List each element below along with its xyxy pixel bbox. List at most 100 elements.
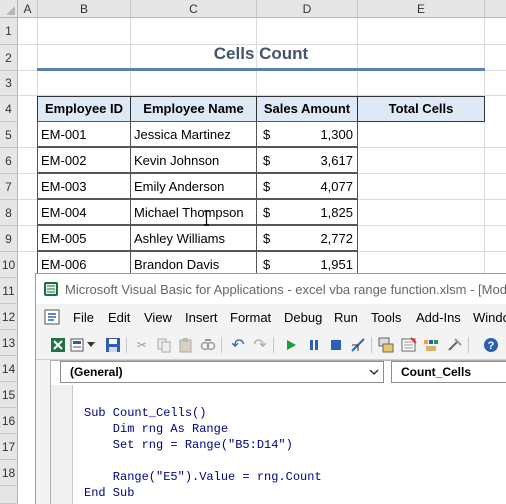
column-header-a[interactable]: A bbox=[18, 0, 38, 18]
menu-view[interactable]: View bbox=[144, 310, 172, 325]
excel-icon[interactable] bbox=[49, 336, 67, 354]
design-mode-icon[interactable] bbox=[349, 336, 367, 354]
header-sales-amount[interactable]: Sales Amount bbox=[256, 96, 358, 122]
cell-employee-id[interactable]: EM-003 bbox=[37, 173, 131, 199]
code-line: Range("E5").Value = rng.Count bbox=[84, 470, 322, 484]
redo-icon[interactable]: ↷ bbox=[251, 336, 269, 354]
menu-add-ins[interactable]: Add-Ins bbox=[416, 310, 461, 325]
properties-icon[interactable] bbox=[400, 336, 418, 354]
row-header[interactable]: 7 bbox=[0, 174, 18, 200]
amount-value: 1,300 bbox=[320, 127, 353, 142]
cell-employee-name[interactable]: Emily Anderson bbox=[130, 173, 257, 199]
row-header[interactable] bbox=[0, 486, 18, 504]
column-header-f[interactable] bbox=[485, 0, 506, 18]
row-header[interactable]: 1 bbox=[0, 18, 18, 45]
break-icon[interactable] bbox=[305, 336, 323, 354]
project-explorer-icon[interactable] bbox=[377, 336, 395, 354]
menu-edit[interactable]: Edit bbox=[108, 310, 130, 325]
menu-tools[interactable]: Tools bbox=[371, 310, 401, 325]
select-all-corner[interactable] bbox=[0, 0, 18, 18]
cell-employee-id[interactable]: EM-004 bbox=[37, 199, 131, 225]
code-window: (General) Count_Cells Sub Count_Cells() … bbox=[50, 360, 506, 504]
code-line: Dim rng As Range bbox=[84, 422, 229, 436]
dropdown-arrow-icon[interactable] bbox=[86, 336, 96, 354]
menu-window[interactable]: Windo bbox=[473, 310, 506, 325]
row-header[interactable]: 13 bbox=[0, 330, 18, 356]
column-header-c[interactable]: C bbox=[131, 0, 257, 18]
cell-sales-amount[interactable]: $ 2,772 bbox=[256, 225, 358, 251]
cell-employee-name[interactable]: Kevin Johnson bbox=[130, 147, 257, 173]
cell-employee-name[interactable]: Jessica Martinez bbox=[130, 121, 257, 147]
row-header[interactable]: 12 bbox=[0, 304, 18, 330]
amount-value: 3,617 bbox=[320, 153, 353, 168]
header-employee-id[interactable]: Employee ID bbox=[37, 96, 131, 122]
paste-icon[interactable] bbox=[177, 336, 195, 354]
sheet-title[interactable]: Cells Count bbox=[37, 44, 485, 70]
help-icon[interactable]: ? bbox=[482, 336, 500, 354]
cell-employee-id[interactable]: EM-005 bbox=[37, 225, 131, 251]
row-header[interactable]: 14 bbox=[0, 356, 18, 382]
column-header-b[interactable]: B bbox=[38, 0, 131, 18]
row-header[interactable]: 16 bbox=[0, 408, 18, 434]
code-line: Set rng = Range("B5:D14") bbox=[84, 438, 293, 452]
vba-editor-window: Microsoft Visual Basic for Applications … bbox=[35, 273, 506, 504]
procedure-combobox-value: Count_Cells bbox=[401, 365, 472, 379]
row-header[interactable]: 5 bbox=[0, 122, 18, 148]
currency-symbol: $ bbox=[263, 153, 271, 168]
cell-sales-amount[interactable]: $ 1,825 bbox=[256, 199, 358, 225]
menu-insert[interactable]: Insert bbox=[185, 310, 218, 325]
header-total-cells[interactable]: Total Cells bbox=[357, 96, 485, 122]
toolbar-separator bbox=[371, 337, 372, 353]
undo-icon[interactable]: ↶ bbox=[229, 336, 247, 354]
copy-icon[interactable] bbox=[155, 336, 173, 354]
row-header[interactable]: 9 bbox=[0, 226, 18, 252]
toolbar-separator bbox=[468, 337, 469, 353]
menu-bar: File Edit View Insert Format Debug Run T… bbox=[36, 304, 506, 330]
row-header[interactable]: 4 bbox=[0, 96, 18, 122]
row-header[interactable]: 17 bbox=[0, 434, 18, 460]
currency-symbol: $ bbox=[263, 205, 271, 220]
row-header[interactable]: 18 bbox=[0, 460, 18, 486]
menu-format[interactable]: Format bbox=[230, 310, 271, 325]
menu-run[interactable]: Run bbox=[334, 310, 358, 325]
toolbox-icon[interactable] bbox=[446, 336, 464, 354]
object-browser-icon[interactable] bbox=[422, 336, 440, 354]
vbe-title-bar[interactable]: Microsoft Visual Basic for Applications … bbox=[36, 274, 506, 304]
reset-icon[interactable] bbox=[327, 336, 345, 354]
menu-file[interactable]: File bbox=[73, 310, 94, 325]
row-header[interactable]: 2 bbox=[0, 45, 18, 71]
cell-sales-amount[interactable]: $ 1,300 bbox=[256, 121, 358, 147]
column-header-e[interactable]: E bbox=[358, 0, 485, 18]
amount-value: 4,077 bbox=[320, 179, 353, 194]
cell-employee-id[interactable]: EM-002 bbox=[37, 147, 131, 173]
module-icon[interactable] bbox=[44, 309, 60, 325]
find-icon[interactable] bbox=[199, 336, 217, 354]
object-combobox[interactable]: (General) bbox=[60, 361, 384, 383]
code-margin[interactable] bbox=[51, 385, 73, 504]
run-icon[interactable] bbox=[282, 336, 300, 354]
code-editor[interactable]: Sub Count_Cells() Dim rng As Range Set r… bbox=[84, 389, 322, 501]
save-icon[interactable] bbox=[104, 336, 122, 354]
cut-icon[interactable]: ✂ bbox=[133, 336, 151, 354]
insert-module-icon[interactable] bbox=[68, 336, 86, 354]
row-header[interactable]: 6 bbox=[0, 148, 18, 174]
window-title: Microsoft Visual Basic for Applications … bbox=[65, 282, 506, 297]
menu-debug[interactable]: Debug bbox=[284, 310, 322, 325]
currency-symbol: $ bbox=[263, 179, 271, 194]
row-header[interactable]: 8 bbox=[0, 200, 18, 226]
row-header[interactable]: 3 bbox=[0, 71, 18, 96]
header-employee-name[interactable]: Employee Name bbox=[130, 96, 257, 122]
object-combobox-value: (General) bbox=[70, 365, 123, 379]
cell-sales-amount[interactable]: $ 4,077 bbox=[256, 173, 358, 199]
cell-sales-amount[interactable]: $ 3,617 bbox=[256, 147, 358, 173]
amount-value: 2,772 bbox=[320, 231, 353, 246]
row-header[interactable]: 11 bbox=[0, 278, 18, 304]
cell-employee-name[interactable]: Michael Thompson bbox=[130, 199, 257, 225]
procedure-combobox[interactable]: Count_Cells bbox=[391, 361, 506, 383]
column-header-d[interactable]: D bbox=[257, 0, 358, 18]
chevron-down-icon[interactable] bbox=[367, 364, 381, 380]
row-header[interactable]: 10 bbox=[0, 252, 18, 278]
cell-employee-id[interactable]: EM-001 bbox=[37, 121, 131, 147]
cell-employee-name[interactable]: Ashley Williams bbox=[130, 225, 257, 251]
row-header[interactable]: 15 bbox=[0, 382, 18, 408]
